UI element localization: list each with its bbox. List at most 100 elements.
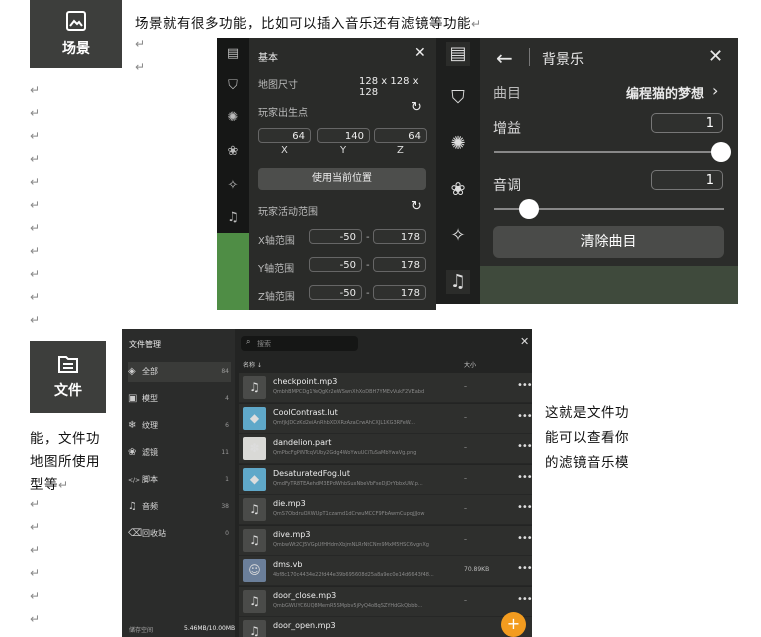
shield-icon[interactable]: ⛉ (225, 78, 241, 94)
return-mark: ↵ (30, 520, 41, 534)
track-label: 曲目 (493, 86, 521, 102)
spawn-y-input[interactable]: 140 (317, 128, 370, 143)
file-row[interactable]: ◆ CoolContrast.lut QmfjkJDCzKd2eiAnRhbXDXR… (239, 403, 532, 434)
more-options-icon[interactable]: ••• (517, 563, 532, 574)
filter-icon[interactable]: ❀ (225, 144, 241, 160)
spawn-x-input[interactable]: 64 (258, 128, 311, 143)
snowflake-icon: ❄ (128, 420, 137, 431)
reset-icon[interactable]: ↻ (411, 199, 422, 214)
more-options-icon[interactable]: ••• (517, 441, 532, 452)
close-icon[interactable]: ✕ (414, 45, 426, 61)
file-hash: QmbGWUYC6UQ8MemR5SMpbv5jPyQ4oBqSZYHdGkQb… (273, 602, 423, 609)
music-icon[interactable]: ♫ (225, 210, 241, 226)
category-item[interactable]: ◈ 全部 84 (128, 362, 231, 382)
map-size-label: 地图尺寸 (258, 80, 298, 91)
music-icon[interactable]: ♫ (446, 270, 470, 294)
category-item[interactable]: ▣ 模型 4 (128, 389, 231, 409)
return-mark: ↵ (30, 198, 41, 212)
reset-icon[interactable]: ↻ (411, 100, 422, 115)
return-mark: ↵ (30, 83, 41, 97)
sun-icon[interactable]: ✺ (225, 110, 241, 126)
shield-icon[interactable]: ⛉ (446, 86, 470, 110)
panel-title: 基本 (258, 53, 278, 64)
y-range-max-input[interactable]: 178 (373, 257, 426, 272)
z-range-label: Z轴范围 (258, 292, 295, 303)
file-name: die.mp3 (273, 499, 306, 508)
category-label: 音频 (142, 502, 158, 511)
more-options-icon[interactable]: ••• (517, 594, 532, 605)
file-row[interactable]: ✽ dandelion.part QmPbcFgPiNTcqVUby2Gdg4WoY… (239, 434, 532, 464)
return-mark: ↵ (30, 106, 41, 120)
x-range-label: X轴范围 (258, 236, 295, 247)
category-item[interactable]: ⌫回收站 0 (128, 524, 231, 544)
doc-left-line-2: 地图所使用 (30, 454, 100, 470)
category-item[interactable]: ❀ 滤镜 11 (128, 443, 231, 463)
more-options-icon[interactable]: ••• (517, 411, 532, 422)
category-item[interactable]: </> 脚本 1 (128, 470, 231, 490)
files-tile: 文件 (30, 341, 106, 413)
column-name-header[interactable]: 名称 ↓ (243, 360, 262, 369)
file-row[interactable]: ◆ DesaturatedFog.lut QmdFyTR8TEAehdM3EPdWh… (239, 464, 532, 495)
return-mark: ↵ (30, 497, 41, 511)
doc-line-1-text: 场景就有很多功能，比如可以插入音乐还有滤镜等功能 (135, 16, 471, 32)
z-range-max-input[interactable]: 178 (373, 285, 426, 300)
doc-right-line-3: 的滤镜音乐模 (545, 455, 629, 471)
x-range-max-input[interactable]: 178 (373, 229, 426, 244)
file-row[interactable]: ♫ door_open.mp3 (239, 617, 532, 637)
add-file-button[interactable]: + (501, 612, 526, 637)
document-icon[interactable]: ▤ (225, 46, 241, 62)
avatar-icon: ☺ (243, 559, 266, 582)
gain-slider-track[interactable] (494, 151, 724, 153)
filter-icon[interactable]: ❀ (446, 178, 470, 202)
pitch-label: 音调 (493, 178, 521, 194)
z-range-min-input[interactable]: -50 (309, 285, 362, 300)
doc-right-line-1: 这就是文件功 (545, 405, 629, 421)
scene-background (480, 266, 738, 304)
return-mark: ↵ (58, 478, 69, 492)
more-options-icon[interactable]: ••• (517, 502, 532, 513)
more-options-icon[interactable]: ••• (517, 533, 532, 544)
map-size-value: 128 x 128 x 128 (359, 76, 419, 98)
file-hash: QmfjkJDCzKd2eiAnRhbXDXRzAzaCrwAhCXJL1KG3… (273, 419, 415, 426)
search-icon: ⌕ (246, 337, 251, 346)
sun-icon[interactable]: ✺ (446, 132, 470, 156)
use-current-position-button[interactable]: 使用当前位置 (258, 168, 426, 190)
file-manager-sidebar: 文件管理 ◈ 全部 84 ▣ 模型 4 ❄ 纹理 6 ❀ 滤镜 11 </> 脚本 1 ♫ 音频 38 ⌫回收站 0 … (122, 329, 235, 637)
close-icon[interactable]: ✕ (708, 46, 723, 67)
x-range-min-input[interactable]: -50 (309, 229, 362, 244)
clear-track-button[interactable]: 清除曲目 (493, 226, 724, 258)
filter-icon: ❀ (128, 447, 137, 458)
gain-slider-knob[interactable] (711, 142, 731, 162)
file-row[interactable]: ☺ dms.vb 4bf8c170c4434e22fd44e39b695608d25… (239, 556, 532, 586)
sparkle-icon[interactable]: ✧ (225, 178, 241, 194)
file-row[interactable]: ♫ dive.mp3 QmbwWt2CJ5VGpUfHHdmXbjmNLRrNtCN… (239, 525, 532, 556)
search-bar[interactable]: ⌕ 搜索 (241, 336, 358, 351)
sparkle-icon[interactable]: ✧ (446, 224, 470, 248)
category-count: 4 (225, 395, 229, 402)
return-mark: ↵ (30, 244, 41, 258)
spawn-z-input[interactable]: 64 (374, 128, 427, 143)
document-icon[interactable]: ▤ (446, 42, 470, 66)
close-icon[interactable]: ✕ (520, 335, 529, 348)
file-size: – (464, 444, 467, 451)
category-label: 脚本 (142, 475, 158, 484)
file-name: door_open.mp3 (273, 621, 336, 630)
gain-input[interactable]: 1 (651, 113, 723, 133)
chevron-right-icon[interactable]: › (712, 81, 718, 100)
category-item[interactable]: ♫ 音频 38 (128, 497, 231, 517)
track-value[interactable]: 编程猫的梦想 (626, 83, 704, 102)
file-row[interactable]: ♫ door_close.mp3 QmbGWUYC6UQ8MemR5SMpbv5jP… (239, 586, 532, 617)
more-options-icon[interactable]: ••• (517, 472, 532, 483)
category-item[interactable]: ❄ 纹理 6 (128, 416, 231, 436)
return-mark: ↵ (30, 543, 41, 557)
return-mark: ↵ (30, 267, 41, 281)
pitch-slider-knob[interactable] (518, 199, 539, 219)
more-options-icon[interactable]: ••• (517, 380, 532, 391)
pitch-input[interactable]: 1 (651, 170, 723, 190)
back-arrow-icon[interactable]: ← (496, 46, 513, 70)
category-label: 回收站 (142, 529, 166, 538)
file-row[interactable]: ♫ die.mp3 QmS7ObdruOXWUpT1czamd1dCrwuMCCF9… (239, 495, 532, 525)
music-note-icon: ♫ (243, 498, 266, 521)
file-row[interactable]: ♫ checkpoint.mp3 QmbhBMPCDg1YeQgKr2eWSwnXh… (239, 373, 532, 403)
y-range-min-input[interactable]: -50 (309, 257, 362, 272)
